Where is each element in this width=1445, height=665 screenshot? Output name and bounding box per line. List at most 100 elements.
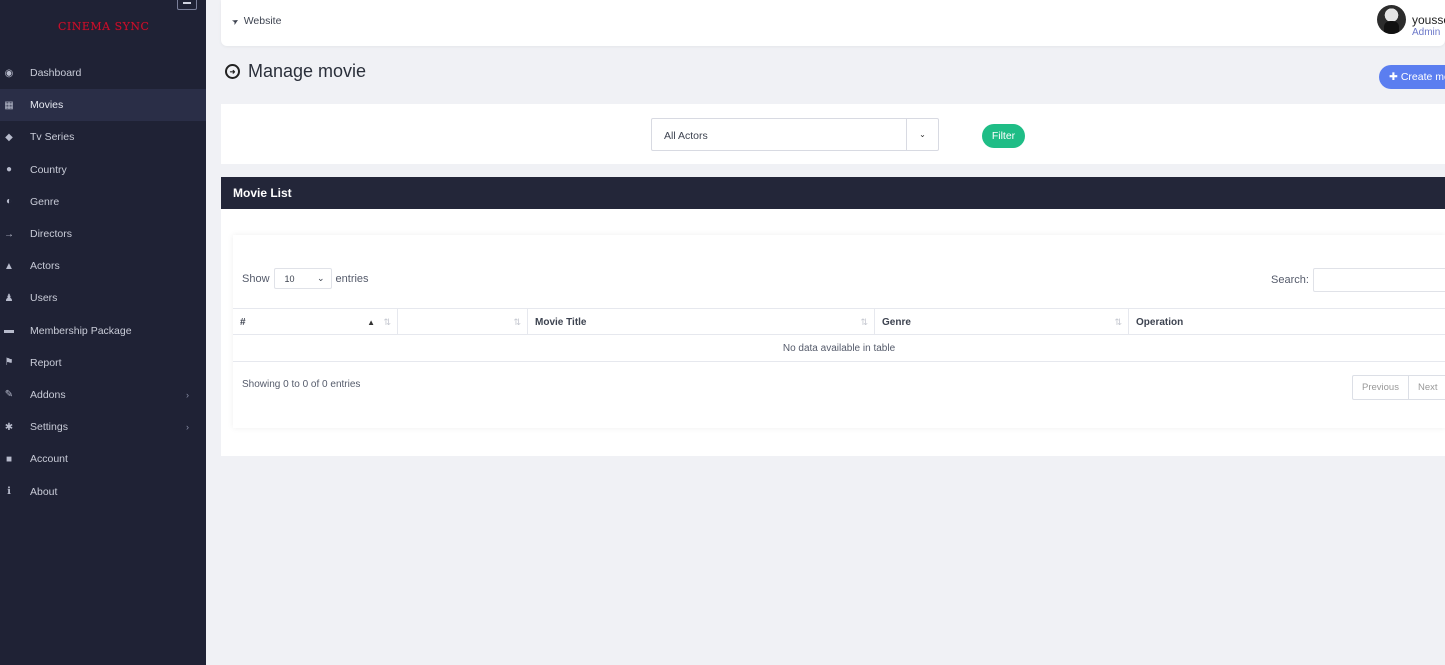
top-bar: ➤ Website yousse Admin — [221, 0, 1445, 46]
column-header-label: Genre — [882, 316, 911, 328]
table-empty-row: No data available in table — [233, 335, 1445, 362]
table-header-row: # ▲ ⇅ ⇅ Movie Title ⇅ Genre ⇅ Operation — [233, 308, 1445, 335]
sidebar-item-genre[interactable]: ◐ Genre — [0, 186, 206, 218]
app-logo[interactable]: CINEMA SYNC — [58, 20, 149, 33]
menu-icon — [183, 2, 191, 4]
page-header: ➜ Manage movie — [225, 61, 366, 82]
lock-icon: ■ — [5, 453, 13, 465]
next-page-button[interactable]: Next — [1409, 376, 1445, 399]
column-header-label: Operation — [1136, 316, 1184, 328]
website-link[interactable]: ➤ Website — [230, 15, 282, 27]
table-info: Showing 0 to 0 of 0 entries — [242, 379, 361, 390]
sidebar-item-label: Dashboard — [30, 67, 82, 80]
avatar[interactable] — [1377, 5, 1406, 34]
column-header-number[interactable]: # ▲ ⇅ — [233, 309, 398, 335]
sidebar-item-actors[interactable]: ▲ Actors — [0, 250, 206, 282]
sidebar-nav: ◉ Dashboard ▦ Movies ◆ Tv Series ● Count… — [0, 57, 206, 508]
movie-list-card: Movie List Show 10 ⌄ entries Search: # ▲… — [221, 177, 1445, 456]
search-input[interactable] — [1312, 268, 1445, 292]
info-icon: ℹ — [7, 486, 11, 498]
sidebar-item-label: Tv Series — [30, 131, 75, 144]
flag-icon: ⚑ — [4, 357, 14, 369]
entries-length-control: Show 10 ⌄ entries — [242, 268, 369, 289]
chevron-right-icon: › — [186, 389, 189, 400]
search-label: Search: — [1271, 274, 1309, 286]
entries-per-page-select[interactable]: 10 ⌄ — [273, 268, 332, 289]
user-icon: ▲ — [4, 260, 14, 272]
entries-per-page-value: 10 — [284, 273, 295, 284]
page-title: Manage movie — [248, 61, 367, 81]
arrow-right-icon: → — [4, 228, 14, 240]
column-header-label: # — [240, 316, 246, 328]
sidebar-item-dashboard[interactable]: ◉ Dashboard — [0, 57, 206, 89]
filter-card: All Actors ⌄ Filter — [221, 104, 1445, 164]
pagination: Previous Next — [1352, 375, 1445, 400]
sidebar-item-label: Report — [30, 356, 62, 369]
column-header-genre[interactable]: Genre ⇅ — [875, 309, 1129, 335]
sidebar-item-settings[interactable]: ✱ Settings › — [0, 411, 206, 443]
sidebar-item-label: Settings — [30, 421, 68, 434]
sidebar-item-country[interactable]: ● Country — [0, 154, 206, 186]
column-header-movie-title[interactable]: Movie Title ⇅ — [528, 309, 875, 335]
dashboard-icon: ◉ — [4, 67, 14, 79]
sort-icon: ⇅ — [1114, 316, 1122, 327]
sidebar-item-label: Movies — [30, 99, 64, 112]
sidebar-item-movies[interactable]: ▦ Movies — [0, 89, 206, 122]
sort-icon: ⇅ — [860, 316, 868, 327]
sidebar-toggle-button[interactable] — [177, 0, 197, 10]
entries-label: entries — [335, 272, 369, 285]
plug-icon: ✎ — [4, 389, 14, 401]
sidebar-item-account[interactable]: ■ Account — [0, 443, 206, 475]
column-header-poster[interactable]: ⇅ — [398, 309, 528, 335]
globe-icon: ● — [5, 164, 13, 176]
create-movie-label: Create mo — [1400, 71, 1445, 83]
column-header-label: Movie Title — [535, 316, 587, 328]
sort-icon: ⇅ — [513, 316, 521, 327]
film-icon: ▦ — [4, 99, 14, 111]
datatable-wrapper: Show 10 ⌄ entries Search: # ▲ ⇅ ⇅ Movie … — [233, 235, 1445, 428]
sidebar-item-membership-package[interactable]: ▬ Membership Package — [0, 315, 206, 347]
sidebar-item-tv-series[interactable]: ◆ Tv Series — [0, 121, 206, 153]
users-icon: ♟ — [4, 292, 14, 304]
chevron-down-icon: ⌄ — [906, 119, 938, 150]
sidebar-item-label: Account — [30, 453, 68, 466]
gear-icon: ✱ — [4, 421, 14, 433]
chevron-down-icon: ⌄ — [316, 273, 325, 283]
ticket-icon: ◆ — [5, 131, 13, 143]
sidebar-item-label: Users — [30, 292, 58, 305]
sidebar-item-addons[interactable]: ✎ Addons › — [0, 379, 206, 411]
sidebar-item-label: Membership Package — [30, 324, 132, 337]
sidebar-item-label: Directors — [30, 228, 73, 241]
sort-icon: ⇅ — [383, 316, 391, 327]
filter-button[interactable]: Filter — [982, 124, 1025, 148]
actor-filter-value: All Actors — [664, 130, 708, 142]
cart-icon: ▬ — [4, 325, 14, 337]
sidebar-item-users[interactable]: ♟ Users — [0, 282, 206, 314]
sidebar-item-label: Genre — [30, 195, 60, 208]
create-movie-button[interactable]: ✚ Create mo — [1379, 65, 1445, 89]
show-label: Show — [242, 272, 270, 285]
chevron-right-icon: › — [186, 422, 189, 433]
sidebar-item-label: Actors — [30, 260, 60, 273]
sort-ascending-icon: ▲ — [367, 317, 375, 327]
sidebar-item-directors[interactable]: → Directors — [0, 218, 206, 250]
website-link-label: Website — [243, 15, 282, 27]
sidebar-item-label: Country — [30, 163, 67, 176]
sidebar-item-report[interactable]: ⚑ Report — [0, 347, 206, 379]
sidebar: CINEMA SYNC ◉ Dashboard ▦ Movies ◆ Tv Se… — [0, 0, 206, 665]
user-name[interactable]: yousse — [1412, 13, 1445, 27]
plus-icon: ✚ — [1389, 71, 1398, 83]
arrow-circle-icon: ➜ — [225, 64, 240, 79]
sidebar-item-label: About — [30, 485, 58, 498]
user-role: Admin — [1412, 27, 1441, 38]
movie-list-title: Movie List — [221, 177, 1445, 209]
sidebar-item-label: Addons — [30, 388, 66, 401]
column-header-operation: Operation — [1129, 309, 1445, 335]
actor-filter-select[interactable]: All Actors ⌄ — [651, 118, 939, 151]
genre-icon: ◐ — [5, 196, 13, 208]
sidebar-item-about[interactable]: ℹ About — [0, 475, 206, 507]
previous-page-button[interactable]: Previous — [1353, 376, 1409, 399]
movie-table: # ▲ ⇅ ⇅ Movie Title ⇅ Genre ⇅ Operation … — [233, 308, 1445, 362]
table-search: Search: — [1271, 268, 1445, 292]
paper-plane-icon: ➤ — [230, 15, 241, 27]
